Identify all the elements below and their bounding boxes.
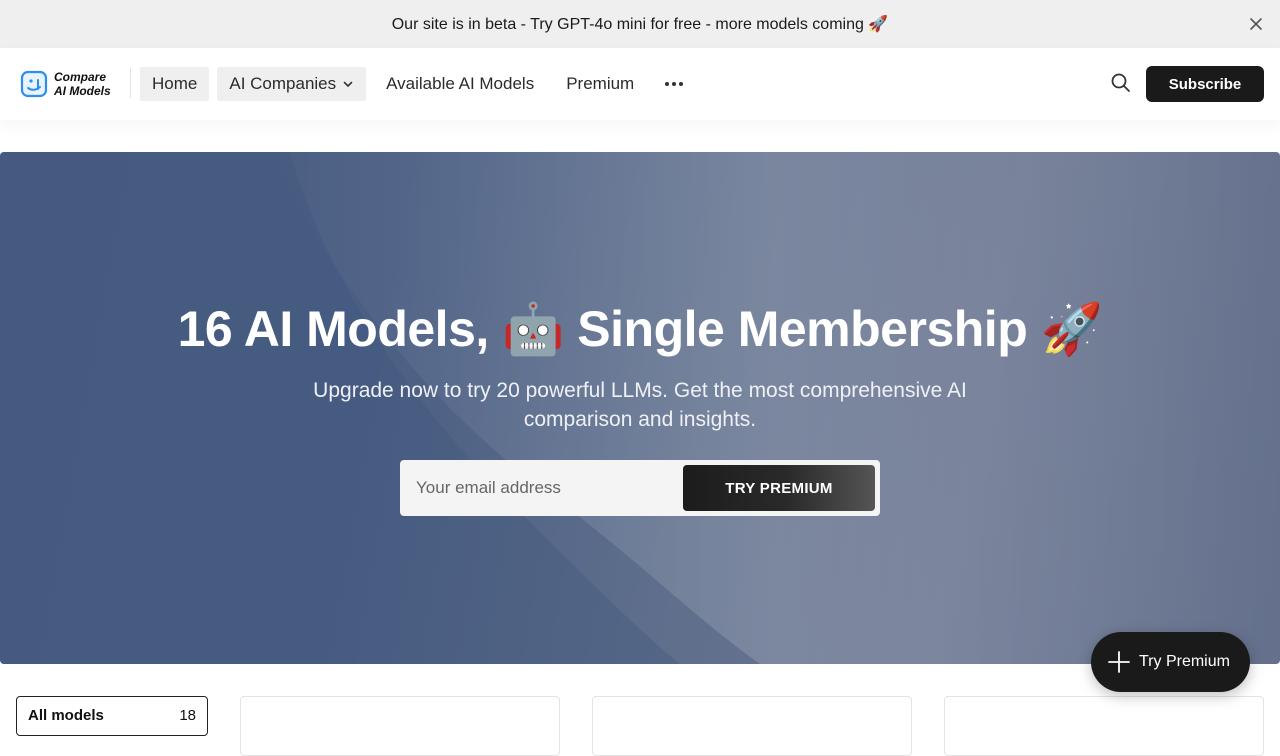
hero-banner: 16 AI Models, 🤖 Single Membership 🚀 Upgr… xyxy=(0,152,1280,664)
nav-item-ai-companies[interactable]: AI Companies xyxy=(217,67,367,101)
hero-subtitle: Upgrade now to try 20 powerful LLMs. Get… xyxy=(313,379,967,431)
nav-item-premium[interactable]: Premium xyxy=(554,67,646,101)
nav-item-available-ai-models[interactable]: Available AI Models xyxy=(374,67,546,101)
subscribe-button[interactable]: Subscribe xyxy=(1146,66,1264,102)
nav-label-premium: Premium xyxy=(566,74,635,93)
logo-line-1: Compare xyxy=(54,70,107,84)
filter-count: 18 xyxy=(179,707,196,724)
nav-label-home: Home xyxy=(152,74,198,93)
nav-label-available-ai-models: Available AI Models xyxy=(386,74,535,93)
site-header: Compare AI Models Home AI Companies Avai… xyxy=(0,48,1280,120)
main-nav: Home AI Companies Available AI Models Pr… xyxy=(140,67,694,101)
try-premium-fab[interactable]: Try Premium xyxy=(1091,632,1250,692)
try-premium-button[interactable]: TRY PREMIUM xyxy=(683,465,875,511)
search-icon[interactable] xyxy=(1108,70,1134,96)
close-icon[interactable] xyxy=(1246,14,1266,34)
model-card[interactable] xyxy=(240,696,560,756)
site-logo[interactable]: Compare AI Models xyxy=(20,69,111,99)
announcement-bar: Our site is in beta - Try GPT-4o mini fo… xyxy=(0,0,1280,48)
email-input[interactable] xyxy=(400,460,680,516)
ellipsis-icon xyxy=(665,82,684,86)
header-divider xyxy=(130,68,131,98)
chevron-down-icon xyxy=(343,81,353,87)
nav-label-ai-companies: AI Companies xyxy=(229,74,337,93)
announcement-text: Our site is in beta - Try GPT-4o mini fo… xyxy=(391,16,889,33)
nav-item-home[interactable]: Home xyxy=(140,67,210,101)
logo-icon xyxy=(20,70,48,98)
model-card[interactable] xyxy=(592,696,912,756)
filter-all-models[interactable]: All models 18 xyxy=(16,696,208,736)
nav-more-button[interactable] xyxy=(654,67,694,101)
logo-wordmark: Compare AI Models xyxy=(54,70,111,98)
filter-label: All models xyxy=(28,707,104,724)
logo-line-2: AI Models xyxy=(54,84,111,98)
plus-icon xyxy=(1108,651,1130,673)
model-card[interactable] xyxy=(944,696,1264,756)
signup-form: TRY PREMIUM xyxy=(400,460,880,516)
fab-label: Try Premium xyxy=(1139,653,1230,670)
hero-title: 16 AI Models, 🤖 Single Membership 🚀 xyxy=(177,301,1103,357)
